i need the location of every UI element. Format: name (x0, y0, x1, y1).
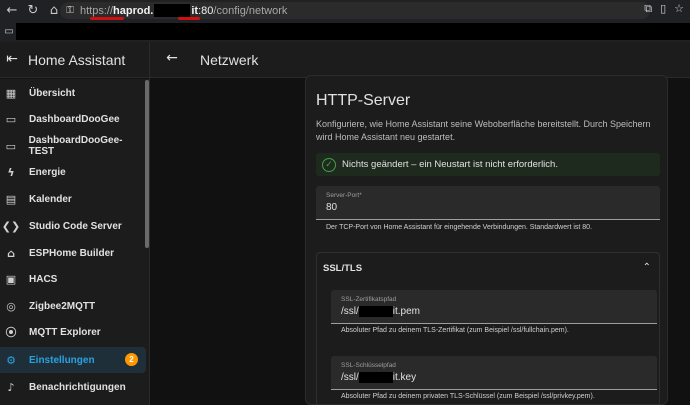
card-description: Konfiguriere, wie Home Assistant seine W… (316, 119, 651, 142)
chevron-up-icon[interactable]: ⌃ (643, 262, 651, 273)
ssl-cert-field[interactable]: SSL-Zertifikatspfad /ssl/ it.pem (331, 290, 657, 324)
sidebar-item-esphome-builder[interactable]: ⌂ ESPHome Builder (0, 240, 146, 266)
url-scheme: https:// (80, 4, 114, 17)
back-arrow-icon[interactable]: ← (3, 2, 21, 20)
redaction-box (358, 372, 393, 383)
radio-tower-icon: ⦿ (5, 326, 17, 339)
url-host: haprod. (113, 4, 154, 17)
browser-toolbar-icons: ⧉ ▯ ☆ (644, 2, 684, 16)
sidebar-item-label: HACS (29, 273, 58, 285)
ssl-tls-header[interactable]: SSL/TLS (323, 263, 362, 274)
sidebar-item-label: Energie (29, 166, 66, 178)
bookmark-icon[interactable]: ▭ (2, 25, 16, 39)
zigbee-icon: ◎ (6, 299, 16, 313)
field-value: /ssl/ it.pem (341, 306, 420, 317)
bell-icon: ♪ (7, 380, 15, 394)
back-button[interactable]: ← (164, 50, 180, 66)
ssl-tls-panel: SSL/TLS ⌃ SSL-Zertifikatspfad /ssl/ it.p… (316, 252, 660, 405)
value-prefix: /ssl/ (341, 306, 359, 317)
value-prefix: /ssl/ (341, 372, 359, 383)
redacted-bookmarks-bar (16, 23, 690, 40)
sidebar-item-label: Zigbee2MQTT (29, 300, 96, 312)
dashboard-grid-icon: ▦ (5, 86, 17, 100)
esphome-icon: ⌂ (7, 246, 15, 260)
sidebar-item-dashboarddoogee-test[interactable]: ▭ DashboardDooGee-TEST (0, 133, 146, 159)
sidebar-item-kalender[interactable]: ▤ Kalender (0, 186, 146, 212)
ssl-cert-helper: Absoluter Pfad zu deinem TLS-Zertifikat … (341, 327, 569, 334)
sidebar-item-label: Kalender (29, 193, 72, 205)
site-info-icon[interactable]: ⚿ (64, 5, 76, 17)
sidebar-item-hacs[interactable]: ▣ HACS (0, 266, 146, 292)
sidebar-item-einstellungen[interactable]: ⚙ Einstellungen 2 (0, 347, 146, 373)
url-path: /config/network (213, 4, 288, 17)
field-label: Server-Port* (326, 192, 362, 199)
alert-text: Nichts geändert – ein Neustart ist nicht… (342, 159, 558, 170)
http-server-card: HTTP-Server Konfiguriere, wie Home Assis… (305, 75, 668, 405)
sidebar-item-label: ESPHome Builder (29, 247, 115, 259)
field-label: SSL-Zertifikatspfad (341, 296, 397, 303)
field-value: 80 (326, 202, 338, 213)
sidebar-item-benachrichtigungen[interactable]: ♪ Benachrichtigungen (0, 374, 146, 400)
sidebar-item-label: Übersicht (29, 87, 76, 99)
app-bar: ⇤ Home Assistant ← Netzwerk (0, 42, 690, 78)
field-label: SSL-Schlüsselpfad (341, 362, 396, 369)
sidebar-item-label: DashboardDooGee (29, 113, 120, 125)
value-suffix: it.key (392, 372, 417, 383)
server-port-helper: Der TCP-Port von Home Assistant für eing… (326, 224, 593, 231)
ssl-key-field[interactable]: SSL-Schlüsselpfad /ssl/ it.key (331, 356, 657, 390)
sidebar-divider (149, 42, 150, 405)
bookmark-row: ▭ (0, 21, 690, 42)
screen: ← ↻ ⌂ ⚿ https:// haprod. it :80 /config/… (0, 0, 690, 405)
sidebar-item-dashboarddoogee[interactable]: ▭ DashboardDooGee (0, 106, 146, 132)
calendar-icon: ▤ (5, 192, 17, 206)
sidebar-scrollbar[interactable] (145, 80, 149, 248)
sidebar-item-studio-code-server[interactable]: ❮❯ Studio Code Server (0, 213, 146, 239)
redaction-box (358, 306, 393, 317)
annotation-underline (178, 17, 200, 20)
server-port-field[interactable]: Server-Port* 80 (316, 186, 660, 220)
favorites-icon[interactable]: ☆ (674, 2, 684, 16)
extensions-icon[interactable]: ⧉ (644, 2, 652, 16)
annotation-underline (90, 17, 124, 20)
ssl-key-helper: Absoluter Pfad zu deinem privaten TLS-Sc… (341, 393, 595, 400)
card-title: HTTP-Server (316, 92, 411, 109)
success-alert: ✓ Nichts geändert – ein Neustart ist nic… (316, 153, 660, 176)
sidebar-item-zigbee2mqtt[interactable]: ◎ Zigbee2MQTT (0, 293, 146, 319)
dashboard-icon: ▭ (5, 139, 16, 153)
redaction-box (154, 4, 191, 17)
sidebar-item-uebersicht[interactable]: ▦ Übersicht (0, 80, 146, 106)
field-value: /ssl/ it.key (341, 372, 416, 383)
sidebar: ▦ Übersicht ▭ DashboardDooGee ▭ Dashboar… (0, 79, 149, 405)
reload-icon[interactable]: ↻ (24, 2, 42, 20)
sidebar-item-label: Benachrichtigungen (29, 381, 126, 393)
vscode-icon: ❮❯ (1, 219, 21, 233)
sidebar-item-label: MQTT Explorer (29, 326, 101, 338)
page-title: Netzwerk (200, 52, 259, 68)
app-title: Home Assistant (28, 52, 126, 68)
sidebar-item-mqtt-explorer[interactable]: ⦿ MQTT Explorer (0, 319, 146, 345)
dashboard-icon: ▭ (5, 112, 17, 126)
lightning-icon: ϟ (7, 165, 15, 179)
sidebar-item-label: Studio Code Server (29, 220, 122, 232)
value-suffix: it.pem (392, 306, 421, 317)
gear-icon: ⚙ (6, 353, 16, 367)
sidebar-item-label: DashboardDooGee-TEST (28, 135, 123, 157)
sidebar-collapse-icon[interactable]: ⇤ (4, 51, 20, 67)
url-port: :80 (198, 4, 214, 17)
sidebar-item-label: Einstellungen (29, 354, 95, 366)
url-bar[interactable]: ⚿ https:// haprod. it :80 /config/networ… (60, 2, 650, 19)
check-circle-icon: ✓ (322, 157, 336, 172)
notification-badge: 2 (125, 353, 138, 366)
browser-chrome: ← ↻ ⌂ ⚿ https:// haprod. it :80 /config/… (0, 0, 690, 42)
url-host-suffix: it (191, 4, 199, 17)
sidebar-toggle-icon[interactable]: ▯ (660, 2, 666, 16)
sidebar-item-energie[interactable]: ϟ Energie (0, 159, 146, 185)
hacs-icon: ▣ (5, 272, 17, 286)
